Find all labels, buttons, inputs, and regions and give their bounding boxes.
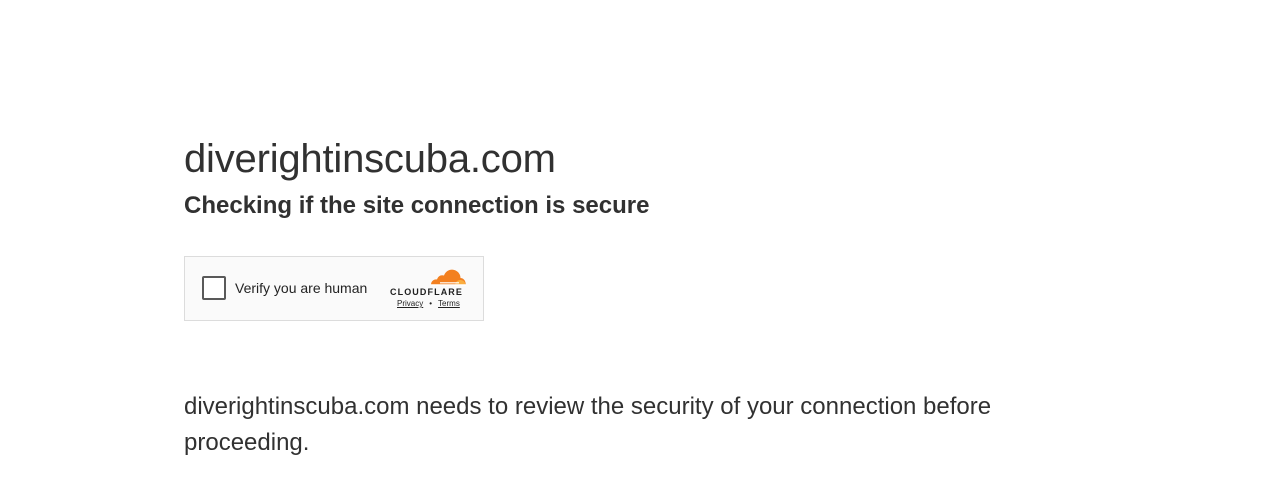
verify-label[interactable]: Verify you are human xyxy=(235,279,367,297)
terms-link[interactable]: Terms xyxy=(438,299,460,308)
privacy-link[interactable]: Privacy xyxy=(397,299,423,308)
turnstile-widget: Verify you are human CLOUDFLARE Privacy •… xyxy=(184,256,484,321)
link-separator: • xyxy=(429,299,433,308)
page-subtitle: Checking if the site connection is secur… xyxy=(184,192,650,219)
security-explanation: diverightinscuba.com needs to review the… xyxy=(184,393,992,456)
cloudflare-branding: CLOUDFLARE Privacy • Terms xyxy=(389,267,469,313)
cloudflare-wordmark: CLOUDFLARE xyxy=(390,287,463,297)
cloudflare-links: Privacy • Terms xyxy=(397,299,460,308)
cloudflare-cloud-icon xyxy=(431,269,466,286)
site-title: diverightinscuba.com xyxy=(184,137,556,181)
verify-checkbox[interactable] xyxy=(202,276,226,300)
